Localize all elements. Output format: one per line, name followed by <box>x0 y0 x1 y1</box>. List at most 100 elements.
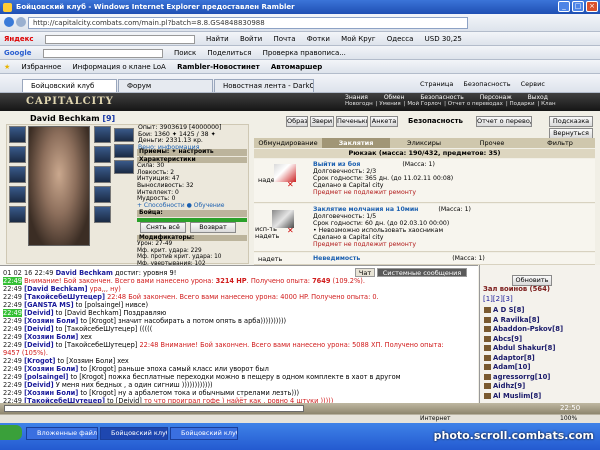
tab-forum[interactable]: Форум <box>118 79 213 92</box>
address-input[interactable]: http://capitalcity.combats.com/main.pl?b… <box>28 17 468 29</box>
tab-spells[interactable]: Заклятия <box>322 138 390 148</box>
chat-timestamp[interactable]: 22:49 <box>3 373 23 381</box>
player-list-item[interactable]: Abaddon-Pskov[8] <box>484 325 563 333</box>
subnav-item[interactable]: Подарки <box>509 101 534 107</box>
player-list-item[interactable]: agressorrg[10] <box>484 373 550 381</box>
player-name[interactable]: Al Muslim[8] <box>493 392 541 400</box>
player-name[interactable]: Abaddon-Pskov[8] <box>493 325 563 333</box>
pet-slot[interactable] <box>114 128 134 142</box>
fav-link-loa[interactable]: Информация о клане LoA <box>73 63 166 71</box>
tab-other[interactable]: Прочее <box>458 138 526 148</box>
page-menu[interactable]: Страница <box>420 80 453 88</box>
equip-slot-helmet[interactable] <box>9 126 26 143</box>
start-button[interactable] <box>0 425 22 440</box>
subnav-item[interactable]: Новогодн <box>345 101 373 107</box>
image-button[interactable]: Образ <box>286 116 308 127</box>
take-off-all-button[interactable]: Снять всё <box>140 222 186 233</box>
item-name[interactable]: Заклятие молчания на 10мин <box>313 206 418 213</box>
equip-slot-weapon[interactable] <box>9 146 26 163</box>
my-circle-button[interactable]: Мой Круг <box>341 35 375 43</box>
chat-timestamp[interactable]: 22:49 <box>3 389 23 397</box>
chat-timestamp[interactable]: 22:49 <box>3 381 23 389</box>
player-list-pages[interactable]: [1][2][3] <box>483 295 513 303</box>
player-list-item[interactable]: Abcs[9] <box>484 335 522 343</box>
subnav-item[interactable]: Клан <box>541 101 555 107</box>
chat-input[interactable] <box>4 405 304 412</box>
chat-timestamp[interactable]: 22:49 <box>3 325 23 333</box>
equip-slot-ring[interactable] <box>9 206 26 223</box>
tab-darkclan[interactable]: Новостная лента - DarkClan <box>214 79 314 92</box>
player-name[interactable]: Abdul Shakur[8] <box>493 344 556 352</box>
player-list-item[interactable]: Aidhz[9] <box>484 382 525 390</box>
subnav-item[interactable]: Умения <box>379 101 400 107</box>
maximize-icon[interactable]: □ <box>572 1 584 12</box>
minimize-icon[interactable]: _ <box>558 1 570 12</box>
player-list-item[interactable]: Al Muslim[8] <box>484 392 541 400</box>
tab-equipment[interactable]: Обмундирование <box>254 138 322 148</box>
pets-button[interactable]: Звери <box>310 116 334 127</box>
player-list-item[interactable]: Abdul Shakur[8] <box>484 344 556 352</box>
equip-slot-armor[interactable] <box>9 166 26 183</box>
chat-timestamp[interactable]: 22:49 <box>3 357 23 365</box>
chat-timestamp[interactable]: 22:49 <box>3 293 23 301</box>
item-name[interactable]: Неведимость <box>313 255 360 262</box>
return-items-button[interactable]: Возврат <box>190 222 236 233</box>
item-name[interactable]: Выйти из боя <box>313 161 360 168</box>
chat-timestamp[interactable]: 22:49 <box>3 309 23 317</box>
subnav-item[interactable]: Отчет о переводах <box>448 101 503 107</box>
google-search-button[interactable]: Поиск <box>174 49 196 57</box>
find-button[interactable]: Найти <box>206 35 229 43</box>
player-name[interactable]: Aidhz[9] <box>493 382 525 390</box>
subnav-item[interactable]: Мой Горлоч <box>407 101 441 107</box>
yandex-logo[interactable]: Яндекс <box>4 35 34 43</box>
nav-knowledge[interactable]: Знания <box>345 94 368 101</box>
tools-menu[interactable]: Сервис <box>521 80 545 88</box>
transfer-report-button[interactable]: Отчет о переводах <box>476 116 532 127</box>
techniques-header[interactable]: Приемы: ✦ настроить <box>137 148 247 156</box>
chat-timestamp[interactable]: 22:49 <box>3 317 23 325</box>
login-button[interactable]: Войти <box>240 35 262 43</box>
chat-timestamp[interactable]: 22:49 <box>3 277 23 285</box>
equip-slot-gloves[interactable] <box>94 146 111 163</box>
fav-link-automarsher[interactable]: Автомаршер <box>271 63 322 71</box>
pet-slot[interactable] <box>114 144 134 158</box>
star-icon[interactable]: ★ <box>4 63 10 71</box>
pet-slot[interactable] <box>114 160 134 174</box>
taskbar-item-combats-2[interactable]: Бойцовский клуб <box>170 427 238 440</box>
equip-slot-extra[interactable] <box>94 206 111 223</box>
close-icon[interactable]: × <box>586 1 598 12</box>
taskbar-item-combats[interactable]: Бойцовский клуб <box>100 427 168 440</box>
delete-item-icon[interactable]: ✕ <box>287 226 294 235</box>
favorites-button[interactable]: Избранное <box>22 63 62 71</box>
cookies-button[interactable]: Печеньки <box>336 116 368 127</box>
equip-slot-boots[interactable] <box>94 186 111 203</box>
back-icon[interactable] <box>4 17 14 27</box>
safety-menu[interactable]: Безопасность <box>463 80 510 88</box>
equip-slot-amulet[interactable] <box>94 126 111 143</box>
usd-rate[interactable]: USD 30,25 <box>425 35 462 43</box>
nav-exchange[interactable]: Обмен <box>384 94 405 101</box>
photos-button[interactable]: Фотки <box>307 35 330 43</box>
hint-button[interactable]: Подсказка <box>549 116 593 127</box>
google-search-box[interactable] <box>42 48 163 58</box>
player-name[interactable]: Adaptor[8] <box>493 354 535 362</box>
item-action-wear[interactable]: надеть <box>258 255 282 263</box>
forward-icon[interactable] <box>16 17 26 27</box>
chat-timestamp[interactable]: 22:49 <box>3 341 23 349</box>
equip-slot-shield[interactable] <box>94 166 111 183</box>
fav-link-rambler[interactable]: Rambler-Новостинет <box>177 63 260 71</box>
tab-combats[interactable]: Бойцовский клуб <box>22 79 117 92</box>
nav-security[interactable]: Безопасность <box>420 94 464 101</box>
profile-button[interactable]: Анкета <box>370 116 398 127</box>
chat-timestamp[interactable]: 01 02 16 22:49 <box>3 269 54 277</box>
chat-timestamp[interactable]: 22:49 <box>3 301 23 309</box>
share-button[interactable]: Поделиться <box>207 49 251 57</box>
tab-filter[interactable]: Фильтр <box>526 138 594 148</box>
chat-timestamp[interactable]: 22:49 <box>3 333 23 341</box>
mail-button[interactable]: Почта <box>273 35 295 43</box>
zoom-level[interactable]: 100% <box>560 415 577 423</box>
search-box[interactable] <box>44 34 195 44</box>
equip-slot-belt[interactable] <box>9 186 26 203</box>
taskbar-item-attachments[interactable]: Вложенные файлы <box>26 427 98 440</box>
google-logo[interactable]: Google <box>4 49 32 57</box>
